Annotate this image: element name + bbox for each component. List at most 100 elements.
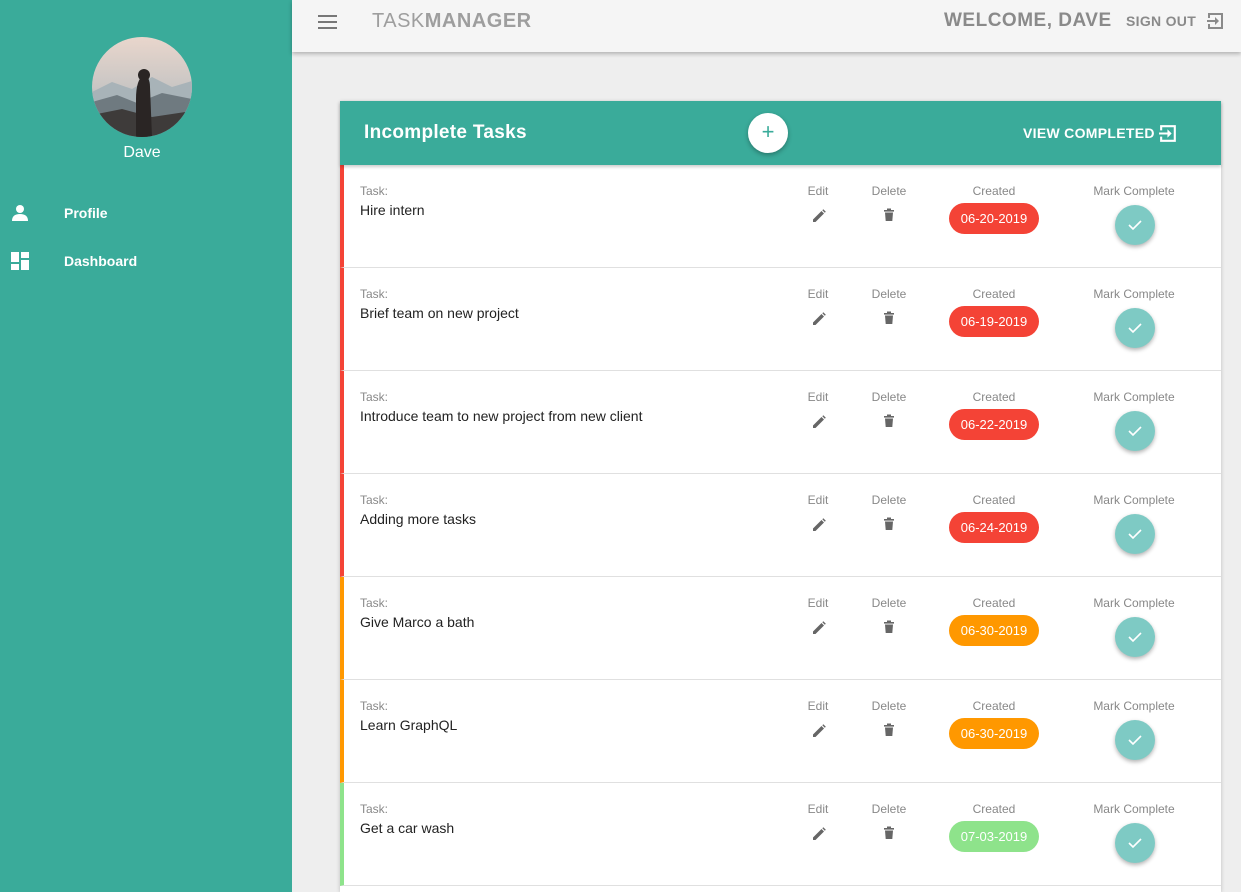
mark-complete-label: Mark Complete [1093, 184, 1175, 198]
delete-label: Delete [871, 287, 907, 301]
delete-label: Delete [871, 184, 907, 198]
trash-icon[interactable] [882, 208, 896, 222]
welcome-text: WELCOME, DAVE [944, 10, 1112, 31]
task-text: Brief team on new project [360, 305, 519, 321]
pencil-icon[interactable] [812, 621, 826, 635]
edit-label: Edit [807, 390, 829, 404]
mark-complete-label: Mark Complete [1093, 390, 1175, 404]
mark-complete-label: Mark Complete [1093, 802, 1175, 816]
delete-label: Delete [871, 390, 907, 404]
task-label: Task: [360, 699, 389, 713]
task-row: Task: Adding more tasks Edit Delete Crea… [340, 474, 1221, 577]
sidebar: Dave Profile Dashboard [0, 0, 292, 892]
edit-label: Edit [807, 184, 829, 198]
sign-out-icon[interactable] [1206, 11, 1226, 31]
delete-label: Delete [871, 596, 907, 610]
edit-label: Edit [807, 287, 829, 301]
mark-complete-label: Mark Complete [1093, 493, 1175, 507]
mark-complete-button[interactable] [1115, 205, 1155, 245]
mark-complete-button[interactable] [1115, 617, 1155, 657]
task-row: Task: Hire intern Edit Delete Created Ma… [340, 165, 1221, 268]
delete-label: Delete [871, 802, 907, 816]
top-bar: TASKMANAGER WELCOME, DAVE SIGN OUT [292, 0, 1241, 52]
panel-title: Incomplete Tasks [364, 122, 527, 143]
task-text: Give Marco a bath [360, 614, 475, 630]
trash-icon[interactable] [882, 517, 896, 531]
edit-label: Edit [807, 596, 829, 610]
task-panel: Incomplete Tasks + VIEW COMPLETED Task: … [340, 101, 1221, 892]
task-row: Task: Get a car wash Edit Delete Created… [340, 783, 1221, 886]
check-icon [1128, 529, 1142, 540]
edit-label: Edit [807, 699, 829, 713]
trash-icon[interactable] [882, 826, 896, 840]
created-label: Created [972, 184, 1016, 198]
sidebar-item-label: Dashboard [64, 253, 138, 269]
created-label: Created [972, 802, 1016, 816]
add-task-button[interactable]: + [748, 113, 788, 153]
task-label: Task: [360, 390, 389, 404]
trash-icon[interactable] [882, 414, 896, 428]
task-label: Task: [360, 493, 389, 507]
sidebar-item-label: Profile [64, 205, 108, 221]
created-date-badge: 06-30-2019 [949, 718, 1039, 749]
task-label: Task: [360, 287, 389, 301]
created-label: Created [972, 493, 1016, 507]
task-label: Task: [360, 802, 389, 816]
task-row: Task: Learn GraphQL Edit Delete Created … [340, 680, 1221, 783]
hamburger-menu-icon[interactable] [318, 14, 338, 30]
delete-label: Delete [871, 699, 907, 713]
created-date-badge: 06-30-2019 [949, 615, 1039, 646]
task-text: Introduce team to new project from new c… [360, 408, 643, 424]
edit-label: Edit [807, 802, 829, 816]
task-row: Task: Introduce team to new project from… [340, 371, 1221, 474]
created-date-badge: 06-24-2019 [949, 512, 1039, 543]
dashboard-icon [10, 251, 30, 271]
pencil-icon[interactable] [812, 827, 826, 841]
created-date-badge: 06-19-2019 [949, 306, 1039, 337]
mark-complete-button[interactable] [1115, 823, 1155, 863]
sign-out-button[interactable]: SIGN OUT [1126, 13, 1196, 29]
app-title-part1: TASK [372, 10, 425, 32]
task-text: Hire intern [360, 202, 425, 218]
app-title: TASKMANAGER [372, 10, 532, 33]
check-icon [1128, 323, 1142, 334]
user-name: Dave [123, 144, 161, 161]
created-date-badge: 06-22-2019 [949, 409, 1039, 440]
pencil-icon[interactable] [812, 518, 826, 532]
created-date-badge: 06-20-2019 [949, 203, 1039, 234]
mark-complete-label: Mark Complete [1093, 699, 1175, 713]
trash-icon[interactable] [882, 723, 896, 737]
check-icon [1128, 735, 1142, 746]
sidebar-item-dashboard[interactable]: Dashboard [0, 241, 292, 281]
mark-complete-button[interactable] [1115, 514, 1155, 554]
created-label: Created [972, 287, 1016, 301]
check-icon [1128, 220, 1142, 231]
trash-icon[interactable] [882, 620, 896, 634]
avatar[interactable] [92, 37, 192, 137]
created-label: Created [972, 699, 1016, 713]
check-icon [1128, 838, 1142, 849]
mark-complete-button[interactable] [1115, 720, 1155, 760]
pencil-icon[interactable] [812, 209, 826, 223]
person-icon [10, 203, 30, 223]
task-row: Task: Brief team on new project Edit Del… [340, 268, 1221, 371]
mark-complete-button[interactable] [1115, 411, 1155, 451]
view-completed-icon[interactable] [1158, 123, 1179, 144]
created-label: Created [972, 596, 1016, 610]
task-text: Learn GraphQL [360, 717, 458, 733]
trash-icon[interactable] [882, 311, 896, 325]
check-icon [1128, 426, 1142, 437]
delete-label: Delete [871, 493, 907, 507]
pencil-icon[interactable] [812, 724, 826, 738]
edit-label: Edit [807, 493, 829, 507]
mark-complete-label: Mark Complete [1093, 287, 1175, 301]
pencil-icon[interactable] [812, 415, 826, 429]
view-completed-button[interactable]: VIEW COMPLETED [1023, 125, 1155, 141]
mark-complete-button[interactable] [1115, 308, 1155, 348]
created-date-badge: 07-03-2019 [949, 821, 1039, 852]
task-list: Task: Hire intern Edit Delete Created Ma… [340, 165, 1221, 886]
created-label: Created [972, 390, 1016, 404]
pencil-icon[interactable] [812, 312, 826, 326]
mark-complete-label: Mark Complete [1093, 596, 1175, 610]
sidebar-item-profile[interactable]: Profile [0, 193, 292, 233]
